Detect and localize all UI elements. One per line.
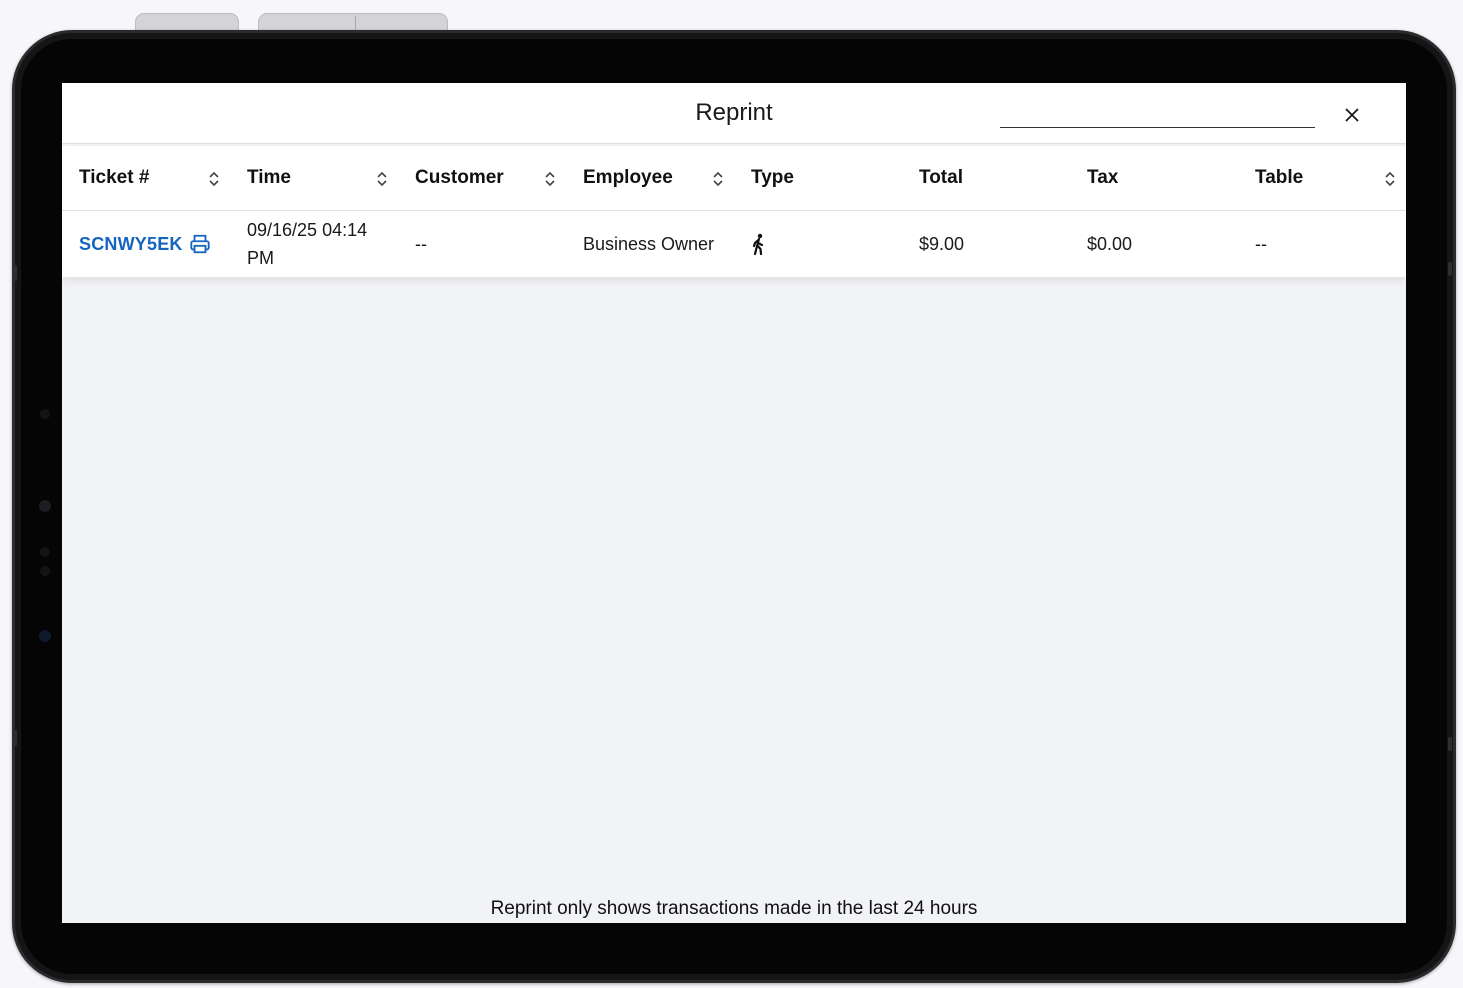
footer-note: Reprint only shows transactions made in … xyxy=(490,898,978,919)
ticket-link[interactable]: SCNWY5EK xyxy=(79,230,183,258)
column-label: Total xyxy=(919,167,963,188)
walk-in-icon xyxy=(752,233,764,255)
close-button[interactable] xyxy=(1337,100,1367,130)
column-header-time[interactable]: Time xyxy=(230,146,398,210)
sensor-dot-2 xyxy=(40,547,50,557)
sort-icon[interactable] xyxy=(543,171,557,187)
dialog-header: Reprint xyxy=(62,83,1406,144)
column-header-type: Type xyxy=(734,146,902,210)
side-button-right-lower xyxy=(1448,737,1452,751)
sort-icon[interactable] xyxy=(375,171,389,187)
column-label: Table xyxy=(1255,167,1304,188)
app-screen: Reprint Ticket # Time Customer Employee … xyxy=(62,83,1406,923)
sort-icon[interactable] xyxy=(711,171,725,187)
cell-customer: -- xyxy=(415,234,427,254)
light-sensor-icon xyxy=(39,630,51,642)
column-label: Time xyxy=(247,167,292,188)
column-header-total: Total xyxy=(902,146,1070,210)
cell-ticket: SCNWY5EK xyxy=(62,211,230,277)
table-row[interactable]: SCNWY5EK 09/16/25 04:14 PM -- Business O… xyxy=(62,211,1406,277)
cell-type xyxy=(734,211,902,277)
sensor-dot xyxy=(40,409,50,419)
printer-icon[interactable] xyxy=(189,233,211,255)
dialog-title: Reprint xyxy=(695,99,773,126)
column-header-ticket[interactable]: Ticket # xyxy=(62,146,230,210)
side-button-left-lower xyxy=(13,730,17,746)
close-icon xyxy=(1345,108,1359,122)
side-button-left-upper xyxy=(13,265,17,281)
column-header-tax: Tax xyxy=(1070,146,1238,210)
column-header-employee[interactable]: Employee xyxy=(566,146,734,210)
column-header-table[interactable]: Table xyxy=(1238,146,1406,210)
cell-total: $9.00 xyxy=(919,234,965,254)
cell-time: 09/16/25 04:14 PM xyxy=(247,220,368,268)
column-header-customer[interactable]: Customer xyxy=(398,146,566,210)
cell-employee: Business Owner xyxy=(583,234,715,254)
column-label: Type xyxy=(751,167,794,188)
search-input[interactable] xyxy=(1000,127,1315,128)
column-label: Tax xyxy=(1087,167,1119,188)
camera-icon xyxy=(39,500,51,512)
cell-tax: $0.00 xyxy=(1087,234,1133,254)
column-label: Ticket # xyxy=(79,167,150,188)
sensor-dot-3 xyxy=(40,566,50,576)
reprint-table: Ticket # Time Customer Employee Type Tot… xyxy=(62,146,1406,277)
side-button-right-upper xyxy=(1448,262,1452,276)
column-label: Customer xyxy=(415,167,504,188)
cell-table: -- xyxy=(1255,234,1267,254)
column-label: Employee xyxy=(583,167,673,188)
table-header: Ticket # Time Customer Employee Type Tot… xyxy=(62,146,1406,211)
sort-icon[interactable] xyxy=(207,171,221,187)
sort-icon[interactable] xyxy=(1383,171,1397,187)
